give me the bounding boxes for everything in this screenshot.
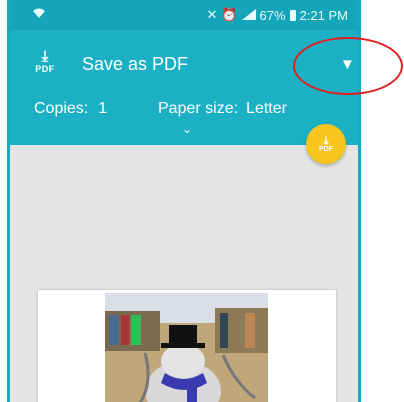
alarm-icon: ⏰ xyxy=(221,7,238,22)
print-toolbar: ⤓ PDF Save as PDF ▼ Copies: 1 Paper size:… xyxy=(10,30,358,145)
printer-selector-label[interactable]: Save as PDF xyxy=(82,54,188,75)
paper-size-setting[interactable]: Paper size: Letter xyxy=(158,100,287,118)
copies-label: Copies: xyxy=(34,100,89,117)
chevron-down-icon[interactable]: ⌄ xyxy=(182,122,192,136)
download-pdf-button[interactable]: ⤓ PDF xyxy=(306,124,346,164)
signal-icon xyxy=(241,8,256,23)
pdf-download-icon: ⤓ PDF xyxy=(35,48,55,74)
print-preview-page xyxy=(38,290,336,402)
battery-percent: 67% xyxy=(259,7,286,23)
battery-icon xyxy=(289,9,296,21)
preview-image xyxy=(105,293,268,402)
bluetooth-mute-icon: ✕ xyxy=(206,7,218,22)
print-dialog-screen: ✕ ⏰ 67% 2:21 PM ⤓ PDF Save as PDF ▼ Copi… xyxy=(7,0,361,402)
status-icons: ✕ ⏰ 67% 2:21 PM xyxy=(206,7,348,23)
download-icon: ⤓ xyxy=(323,134,329,147)
copies-setting[interactable]: Copies: 1 xyxy=(34,100,107,118)
paper-size-value[interactable]: Letter xyxy=(246,100,287,117)
copies-value[interactable]: 1 xyxy=(98,100,107,117)
printer-dropdown-icon[interactable]: ▼ xyxy=(340,56,355,73)
wifi-icon xyxy=(32,6,46,23)
status-bar: ✕ ⏰ 67% 2:21 PM xyxy=(10,0,358,30)
paper-size-label: Paper size: xyxy=(158,100,239,117)
clock: 2:21 PM xyxy=(299,7,348,23)
